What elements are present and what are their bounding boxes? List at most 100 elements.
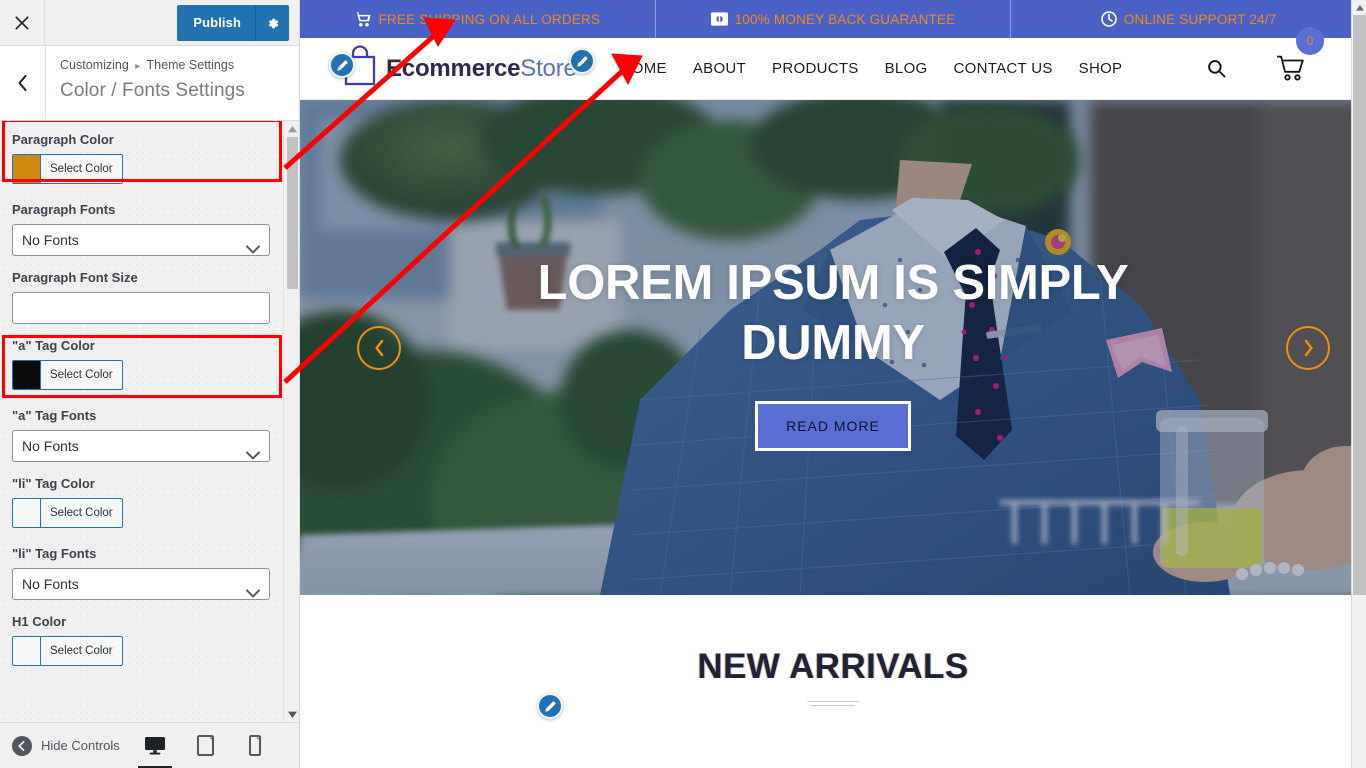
control-li-tag-fonts: "li" Tag Fonts No Fonts <box>12 545 287 600</box>
control-a-tag-fonts: "a" Tag Fonts No Fonts <box>12 407 287 462</box>
select-paragraph-fonts[interactable]: No Fonts <box>12 224 270 256</box>
publish-group[interactable]: Publish <box>177 5 289 41</box>
clock-icon <box>1101 11 1117 27</box>
chevron-right-icon[interactable] <box>1286 325 1330 370</box>
nav-item-home[interactable]: HOME <box>621 60 667 77</box>
promo-text-2: 100% MONEY BACK GUARANTEE <box>734 11 956 27</box>
gear-icon[interactable] <box>255 5 289 41</box>
color-swatch-a-tag-color[interactable] <box>13 361 41 389</box>
select-value-paragraph-fonts: No Fonts <box>22 232 79 248</box>
brand-name-primary: Ecommerce <box>386 54 521 82</box>
nav-item-products[interactable]: PRODUCTS <box>772 60 859 77</box>
publish-button[interactable]: Publish <box>177 5 255 41</box>
chevron-down-icon <box>246 578 260 608</box>
select-color-label-paragraph-color[interactable]: Select Color <box>41 155 122 183</box>
customizer-header-text: Customizing ▸ Theme Settings Color / Fon… <box>46 46 299 120</box>
control-h1-color: H1 Color Select Color <box>12 613 287 670</box>
chevron-left-icon[interactable] <box>0 46 46 120</box>
site-preview: FREE SHIPPING ON ALL ORDERS 100% MONEY BA… <box>300 0 1366 768</box>
search-icon[interactable] <box>1207 59 1226 78</box>
breadcrumb: Customizing ▸ Theme Settings <box>60 56 299 76</box>
color-swatch-paragraph-color[interactable] <box>13 155 41 183</box>
shopping-cart-icon <box>354 11 372 27</box>
control-label-li-tag-fonts: "li" Tag Fonts <box>12 546 97 561</box>
chevron-down-icon <box>246 234 260 264</box>
select-color-label-li-tag-color[interactable]: Select Color <box>41 499 122 527</box>
scroll-up-icon[interactable] <box>284 121 299 137</box>
tablet-icon[interactable] <box>193 733 217 759</box>
hide-controls-button[interactable]: Hide Controls <box>12 735 120 756</box>
color-swatch-h1-color[interactable] <box>13 637 41 665</box>
select-a-tag-fonts[interactable]: No Fonts <box>12 430 270 462</box>
read-more-button[interactable]: READ MORE <box>755 400 911 451</box>
customizer-footer: Hide Controls <box>0 722 299 768</box>
site-logo[interactable]: EcommerceStore <box>340 44 577 93</box>
input-paragraph-font-size[interactable] <box>12 292 270 324</box>
color-picker-h1-color[interactable]: Select Color <box>12 636 123 666</box>
promo-text-3: ONLINE SUPPORT 24/7 <box>1123 11 1277 27</box>
color-picker-paragraph-color[interactable]: Select Color <box>12 154 123 184</box>
control-paragraph-font-size: Paragraph Font Size <box>12 269 287 324</box>
desktop-icon[interactable] <box>138 733 172 768</box>
select-li-tag-fonts[interactable]: No Fonts <box>12 568 270 600</box>
navbar-actions: 0 <box>1207 27 1366 82</box>
mobile-icon[interactable] <box>243 733 267 759</box>
customizer-screen: Publish Customizing ▸ Theme Settings Col… <box>0 0 1366 768</box>
edit-pencil-icon-section[interactable] <box>537 693 563 719</box>
control-label-a-tag-color: "a" Tag Color <box>12 338 95 353</box>
hero-content: LOREM IPSUM IS SIMPLY DUMMY READ MORE <box>300 100 1366 595</box>
select-color-label-h1-color[interactable]: Select Color <box>41 637 122 665</box>
site-navbar: EcommerceStore HOME ABOUT PRODUCTS BLOG CONT… <box>300 27 1366 100</box>
nav-item-shop[interactable]: SHOP <box>1079 60 1123 77</box>
promo-item-1: FREE SHIPPING ON ALL ORDERS <box>300 0 655 38</box>
select-value-a-tag-fonts: No Fonts <box>22 438 79 454</box>
new-arrivals-section: NEW ARRIVALS <box>300 595 1366 719</box>
control-paragraph-color: Paragraph Color Select Color <box>12 131 287 188</box>
control-a-tag-color: "a" Tag Color Select Color <box>12 337 287 394</box>
main-menu: HOME ABOUT PRODUCTS BLOG CONTACT US SHOP <box>621 60 1123 77</box>
chevron-left-icon[interactable] <box>357 325 401 370</box>
customizer-topbar: Publish <box>0 0 299 46</box>
breadcrumb-root[interactable]: Customizing <box>60 58 129 72</box>
hero-slider: LOREM IPSUM IS SIMPLY DUMMY READ MORE <box>300 100 1366 595</box>
customizer-panel: Publish Customizing ▸ Theme Settings Col… <box>0 0 300 768</box>
device-preview-group <box>138 733 283 768</box>
control-li-tag-color: "li" Tag Color Select Color <box>12 475 287 532</box>
hero-title: LOREM IPSUM IS SIMPLY DUMMY <box>537 256 1129 370</box>
close-icon[interactable] <box>0 0 45 45</box>
color-swatch-li-tag-color[interactable] <box>13 499 41 527</box>
select-color-label-a-tag-color[interactable]: Select Color <box>41 361 122 389</box>
customizer-scrollbar[interactable] <box>283 121 299 722</box>
control-label-h1-color: H1 Color <box>12 614 67 629</box>
edit-pencil-icon-logo[interactable] <box>329 52 355 78</box>
nav-item-about[interactable]: ABOUT <box>693 60 746 77</box>
money-icon <box>710 12 728 26</box>
scroll-down-icon[interactable] <box>284 706 299 722</box>
section-divider <box>807 701 859 706</box>
edit-pencil-icon-menu[interactable] <box>569 48 595 74</box>
preview-scroll-up-icon[interactable] <box>1352 0 1366 15</box>
nav-item-contact-us[interactable]: CONTACT US <box>954 60 1053 77</box>
promo-text-1: FREE SHIPPING ON ALL ORDERS <box>378 11 601 27</box>
control-label-a-tag-fonts: "a" Tag Fonts <box>12 408 97 423</box>
control-label-paragraph-font-size: Paragraph Font Size <box>12 270 138 285</box>
color-picker-a-tag-color[interactable]: Select Color <box>12 360 123 390</box>
color-picker-li-tag-color[interactable]: Select Color <box>12 498 123 528</box>
brand-name: EcommerceStore <box>386 55 577 83</box>
nav-item-blog[interactable]: BLOG <box>885 60 928 77</box>
collapse-left-icon <box>12 735 32 756</box>
preview-scrollbar-thumb[interactable] <box>1353 15 1366 595</box>
control-label-paragraph-color: Paragraph Color <box>12 132 114 147</box>
control-label-paragraph-fonts: Paragraph Fonts <box>12 202 116 217</box>
customizer-controls-list: Paragraph Color Select Color Paragraph Fon… <box>0 121 299 670</box>
customizer-scrollbar-thumb[interactable] <box>287 137 298 289</box>
customizer-header: Customizing ▸ Theme Settings Color / Fon… <box>0 46 299 121</box>
control-paragraph-fonts: Paragraph Fonts No Fonts <box>12 201 287 256</box>
customizer-controls-scroll: Paragraph Color Select Color Paragraph Fon… <box>0 121 299 722</box>
chevron-down-icon <box>246 440 260 470</box>
preview-scrollbar[interactable] <box>1351 0 1366 768</box>
control-label-li-tag-color: "li" Tag Color <box>12 476 95 491</box>
cart-icon[interactable]: 0 <box>1276 27 1324 82</box>
hide-controls-label: Hide Controls <box>41 738 120 753</box>
breadcrumb-section[interactable]: Theme Settings <box>147 58 235 72</box>
